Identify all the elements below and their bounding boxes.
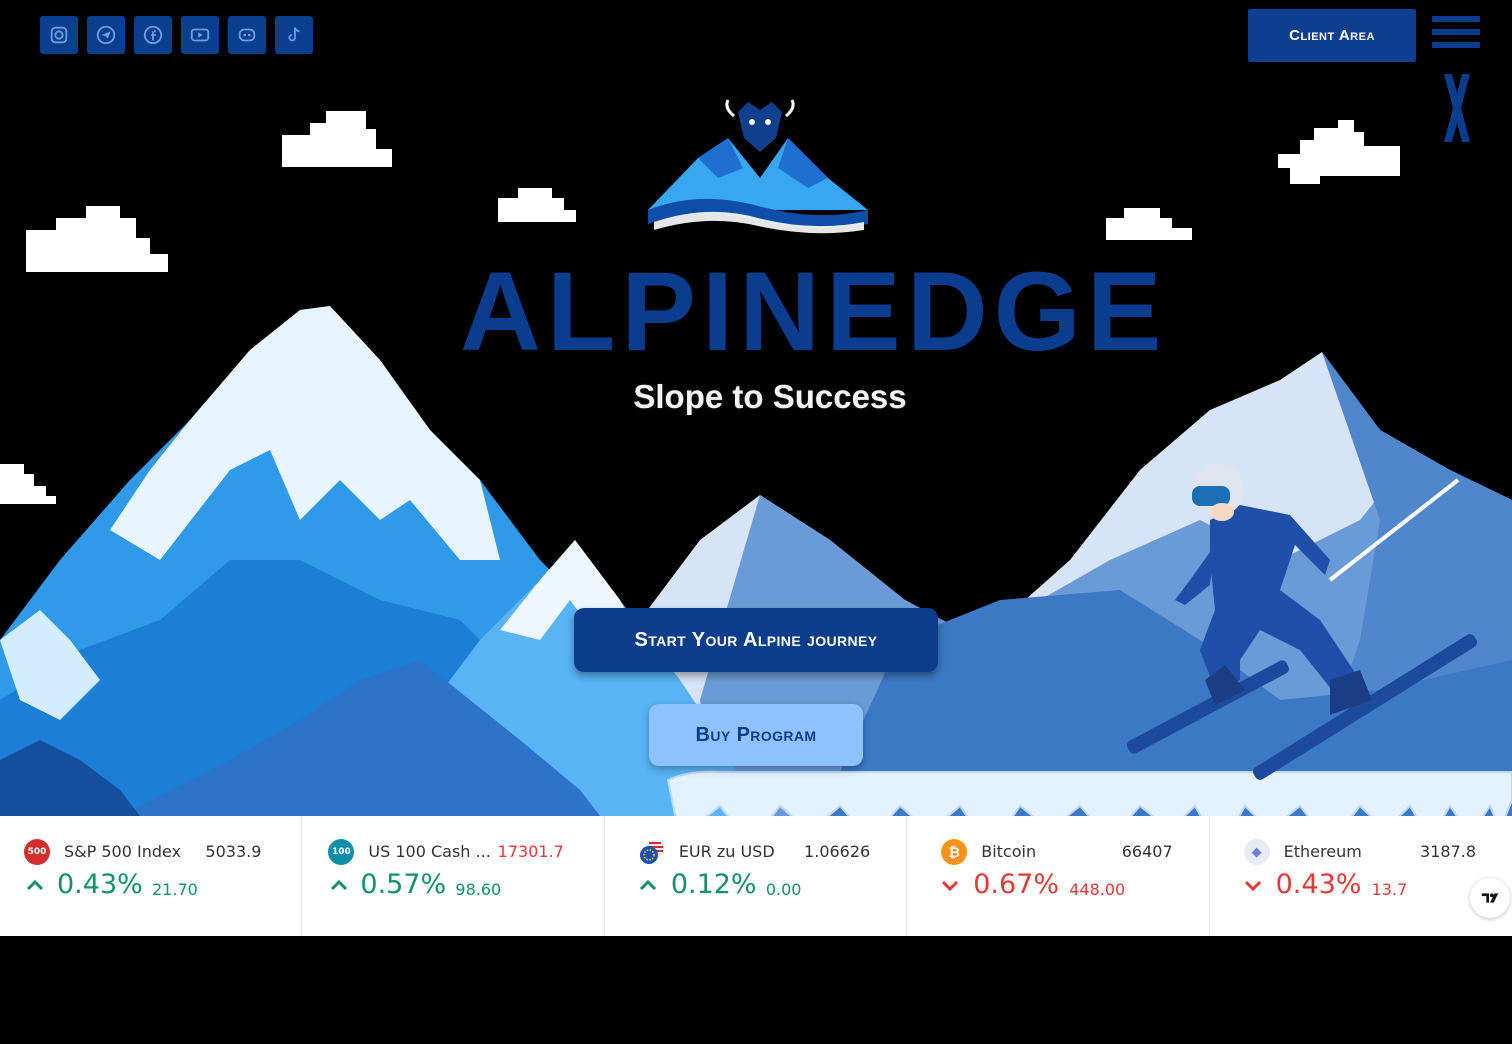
ticker-change: 448.00	[1069, 880, 1126, 899]
telegram-icon[interactable]	[87, 16, 125, 54]
ticker-item-ethereum[interactable]: ◆ Ethereum 3187.8 0.43% 13.7	[1210, 816, 1512, 936]
ticker-item-us100[interactable]: 100 US 100 Cash ... 17301.7 0.57% 98.60	[302, 816, 605, 936]
ticker-percent: 0.43%	[1275, 869, 1362, 900]
buy-program-button[interactable]: Buy Program	[649, 704, 863, 766]
instagram-icon[interactable]	[40, 16, 78, 54]
eur-usd-flag-icon	[639, 839, 665, 865]
ticker-percent: 0.57%	[360, 869, 447, 900]
ticker-name: S&P 500 Index	[64, 842, 182, 861]
tiktok-icon[interactable]	[275, 16, 313, 54]
ticker-percent: 0.67%	[973, 869, 1059, 900]
sp500-logo-icon: 500	[24, 839, 50, 865]
ticker-name: Ethereum	[1283, 842, 1362, 861]
ticker-price: 3187.8	[1420, 842, 1477, 861]
tagline: Slope to Success	[633, 378, 907, 415]
ticker-item-bitcoin[interactable]: ₿ Bitcoin 66407 0.67% 448.00	[907, 816, 1210, 936]
chevron-down-icon	[942, 880, 959, 892]
ticker-price: 17301.7	[497, 842, 564, 861]
us100-logo-icon: 100	[328, 839, 355, 865]
ticker-name: US 100 Cash ...	[368, 842, 491, 861]
discord-icon[interactable]	[228, 16, 266, 54]
tradingview-logo-icon[interactable]	[1470, 878, 1510, 918]
ticker-percent: 0.43%	[57, 869, 143, 900]
ticker-price: 5033.9	[205, 842, 262, 861]
chevron-up-icon	[639, 879, 656, 891]
ticker-change: 21.70	[152, 880, 198, 899]
social-links	[40, 16, 313, 54]
ticker-change: 13.7	[1371, 880, 1408, 899]
ticker-change: 98.60	[455, 880, 502, 899]
chevron-up-icon	[331, 879, 348, 891]
hamburger-menu-icon[interactable]	[1432, 16, 1480, 56]
chevron-up-icon	[26, 879, 44, 891]
ethereum-icon: ◆	[1243, 839, 1270, 865]
close-icon[interactable]	[1440, 72, 1474, 144]
ticker-item-sp500[interactable]: 500 S&P 500 Index 5033.9 0.43% 21.70	[0, 816, 303, 936]
ticker-price: 66407	[1121, 842, 1173, 861]
ticker-name: Bitcoin	[981, 842, 1037, 861]
bitcoin-icon: ₿	[941, 839, 968, 865]
ticker-item-eurusd[interactable]: EUR zu USD 1.06626 0.12% 0.00	[605, 816, 908, 936]
start-journey-button[interactable]: Start Your Alpine journey	[574, 608, 938, 672]
ticker-change: 0.00	[765, 880, 802, 899]
chevron-down-icon	[1244, 880, 1261, 892]
ticker-tape: 500 S&P 500 Index 5033.9 0.43% 21.70 100…	[0, 816, 1512, 936]
client-area-button[interactable]: Client Area	[1248, 9, 1416, 62]
facebook-icon[interactable]	[134, 16, 172, 54]
youtube-icon[interactable]	[181, 16, 219, 54]
brand-title: ALPINEDGE	[460, 249, 1168, 374]
ticker-name: EUR zu USD	[678, 842, 775, 861]
ticker-percent: 0.12%	[670, 869, 757, 900]
alpinedge-logo	[648, 99, 868, 234]
ticker-price: 1.06626	[804, 842, 871, 861]
